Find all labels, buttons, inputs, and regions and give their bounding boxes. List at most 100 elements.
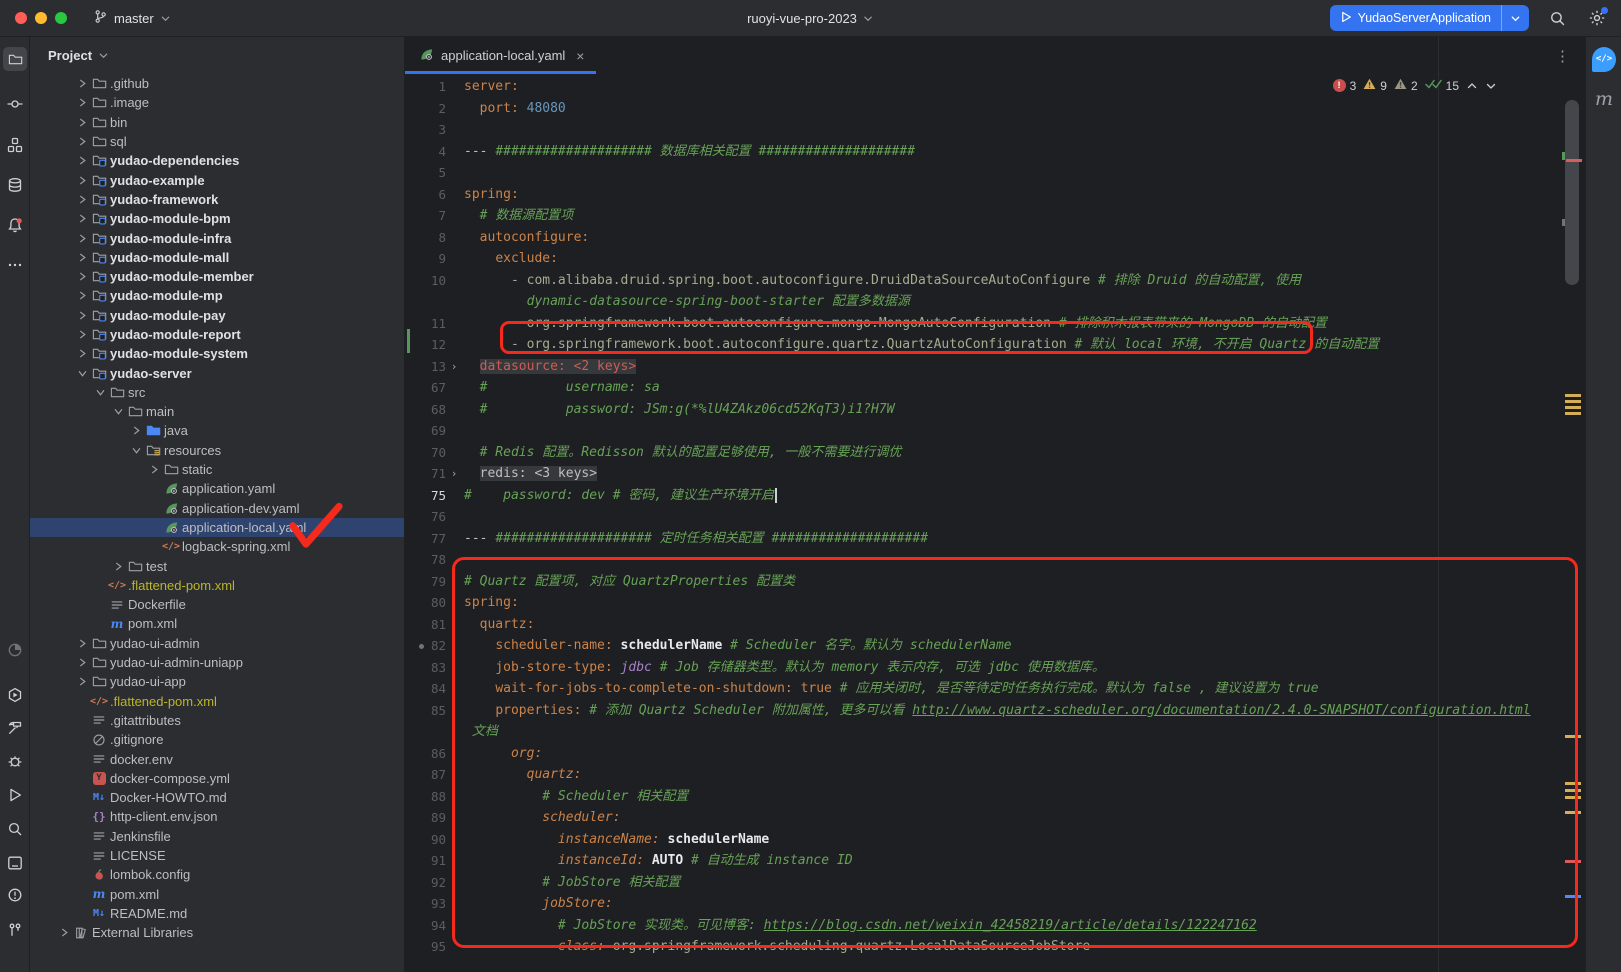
tree-item[interactable]: Jenkinsfile [30, 827, 404, 846]
more-tool-icon[interactable] [3, 253, 27, 277]
tree-item[interactable]: yudao-ui-admin [30, 634, 404, 653]
tree-item[interactable]: static [30, 460, 404, 479]
chevron-collapsed-icon[interactable] [74, 97, 90, 108]
code-line-8[interactable]: 8 autoconfigure: [405, 227, 1585, 249]
chevron-collapsed-icon[interactable] [74, 194, 90, 205]
chevron-collapsed-icon[interactable] [74, 676, 90, 687]
debug-tool-icon[interactable] [3, 749, 27, 773]
close-window-button[interactable] [15, 12, 27, 24]
code-line-80[interactable]: 80spring: [405, 592, 1585, 614]
warning-count[interactable]: 9 [1363, 78, 1387, 93]
code-line-13[interactable]: 13› datasource: <2 keys> [405, 356, 1585, 378]
inspections-widget[interactable]: ! 3 9 2 15 [1333, 78, 1497, 93]
minimize-window-button[interactable] [35, 12, 47, 24]
code-line-71[interactable]: 71› redis: <3 keys> [405, 463, 1585, 485]
tree-item[interactable]: docker.env [30, 749, 404, 768]
tree-item[interactable]: yudao-module-report [30, 325, 404, 344]
chevron-expanded-icon[interactable] [74, 368, 90, 379]
code-line-wrap[interactable]: 文档 [405, 721, 1585, 743]
fold-arrow-icon[interactable]: › [446, 463, 462, 485]
tree-item[interactable]: application.yaml [30, 479, 404, 498]
settings-button[interactable] [1585, 6, 1609, 30]
tree-item[interactable]: yudao-module-mp [30, 286, 404, 305]
tree-item[interactable]: sql [30, 132, 404, 151]
code-line-91[interactable]: 91 instanceId: AUTO # 自动生成 instance ID [405, 850, 1585, 872]
code-line-wrap[interactable]: dynamic-datasource-spring-boot-starter 配… [405, 291, 1585, 313]
code-line-76[interactable]: 76 [405, 506, 1585, 528]
code-line-83[interactable]: 83 job-store-type: jdbc # Job 存储器类型。默认为 … [405, 657, 1585, 679]
chevron-down-icon[interactable] [98, 50, 109, 61]
chevron-expanded-icon[interactable] [128, 445, 144, 456]
database-tool-icon[interactable] [3, 173, 27, 197]
editor-scrollbar-thumb[interactable] [1565, 100, 1579, 285]
code-line-70[interactable]: 70 # Redis 配置。Redisson 默认的配置足够使用, 一般不需要进… [405, 442, 1585, 464]
code-line-6[interactable]: 6spring: [405, 184, 1585, 206]
project-switcher[interactable]: ruoyi-vue-pro-2023 [747, 11, 874, 26]
code-line-75[interactable]: 75# password: dev # 密码, 建议生产环境开启 [405, 485, 1585, 507]
code-line-84[interactable]: 84 wait-for-jobs-to-complete-on-shutdown… [405, 678, 1585, 700]
tree-item[interactable]: {}http-client.env.json [30, 807, 404, 826]
tree-item[interactable]: java [30, 421, 404, 440]
notifications-tool-icon[interactable] [3, 213, 27, 237]
tree-item[interactable]: M↓README.md [30, 904, 404, 923]
run-configuration-button[interactable]: YudaoServerApplication [1330, 5, 1529, 31]
find-tool-icon[interactable] [3, 817, 27, 841]
tree-item[interactable]: resources [30, 441, 404, 460]
tree-item[interactable]: M↓Docker-HOWTO.md [30, 788, 404, 807]
tree-item[interactable]: .image [30, 93, 404, 112]
code-line-86[interactable]: 86 org: [405, 743, 1585, 765]
code-line-87[interactable]: 87 quartz: [405, 764, 1585, 786]
code-line-88[interactable]: 88 # Scheduler 相关配置 [405, 786, 1585, 808]
code-line-93[interactable]: 93 jobStore: [405, 893, 1585, 915]
code-line-9[interactable]: 9 exclude: [405, 248, 1585, 270]
code-line-85[interactable]: 85 properties: # 添加 Quartz Scheduler 附加属… [405, 700, 1585, 722]
chevron-collapsed-icon[interactable] [74, 252, 90, 263]
tree-item[interactable]: yudao-dependencies [30, 151, 404, 170]
tree-item[interactable]: yudao-module-system [30, 344, 404, 363]
tree-item[interactable]: mpom.xml [30, 884, 404, 903]
tree-item[interactable]: </>logback-spring.xml [30, 537, 404, 556]
structure-tool-icon[interactable] [3, 133, 27, 157]
chevron-collapsed-icon[interactable] [74, 310, 90, 321]
tree-item[interactable]: .gitignore [30, 730, 404, 749]
chevron-collapsed-icon[interactable] [74, 117, 90, 128]
code-line-10[interactable]: 10 - com.alibaba.druid.spring.boot.autoc… [405, 270, 1585, 292]
chevron-collapsed-icon[interactable] [74, 657, 90, 668]
tree-item[interactable]: yudao-module-pay [30, 306, 404, 325]
tab-application-local-yaml[interactable]: application-local.yaml × [405, 37, 596, 74]
maximize-window-button[interactable] [55, 12, 67, 24]
chevron-collapsed-icon[interactable] [74, 78, 90, 89]
run-config-dropdown[interactable] [1501, 5, 1529, 31]
commit-tool-icon[interactable] [3, 92, 27, 116]
chevron-collapsed-icon[interactable] [74, 348, 90, 359]
code-line-7[interactable]: 7 # 数据源配置项 [405, 205, 1585, 227]
code-line-68[interactable]: 68 # password: JSm:g(*%lU4ZAkz06cd52KqT3… [405, 399, 1585, 421]
code-line-5[interactable]: 5 [405, 162, 1585, 184]
tree-item[interactable]: External Libraries [30, 923, 404, 942]
tree-item[interactable]: bin [30, 113, 404, 132]
tree-item[interactable]: yudao-server [30, 363, 404, 382]
code-line-82[interactable]: 82 scheduler-name: schedulerName # Sched… [405, 635, 1585, 657]
prev-problem-icon[interactable] [1466, 80, 1478, 92]
tree-item[interactable]: test [30, 556, 404, 575]
chevron-collapsed-icon[interactable] [56, 927, 72, 938]
tree-item[interactable]: .github [30, 74, 404, 93]
next-problem-icon[interactable] [1485, 80, 1497, 92]
code-line-3[interactable]: 3 [405, 119, 1585, 141]
fold-arrow-icon[interactable]: › [446, 356, 462, 378]
code-line-92[interactable]: 92 # JobStore 相关配置 [405, 872, 1585, 894]
tree-item[interactable]: </>.flattened-pom.xml [30, 576, 404, 595]
problems-tool-icon[interactable] [3, 883, 27, 907]
chevron-collapsed-icon[interactable] [110, 561, 126, 572]
chevron-collapsed-icon[interactable] [74, 155, 90, 166]
tree-item[interactable]: yudao-module-member [30, 267, 404, 286]
tree-item[interactable]: yudao-ui-admin-uniapp [30, 653, 404, 672]
code-line-77[interactable]: 77--- #################### 定时任务相关配置 ####… [405, 528, 1585, 550]
tree-item[interactable]: src [30, 383, 404, 402]
code-line-89[interactable]: 89 scheduler: [405, 807, 1585, 829]
chevron-collapsed-icon[interactable] [74, 213, 90, 224]
tree-item[interactable]: yudao-module-infra [30, 228, 404, 247]
chevron-collapsed-icon[interactable] [74, 233, 90, 244]
chevron-collapsed-icon[interactable] [74, 136, 90, 147]
code-line-78[interactable]: 78 [405, 549, 1585, 571]
